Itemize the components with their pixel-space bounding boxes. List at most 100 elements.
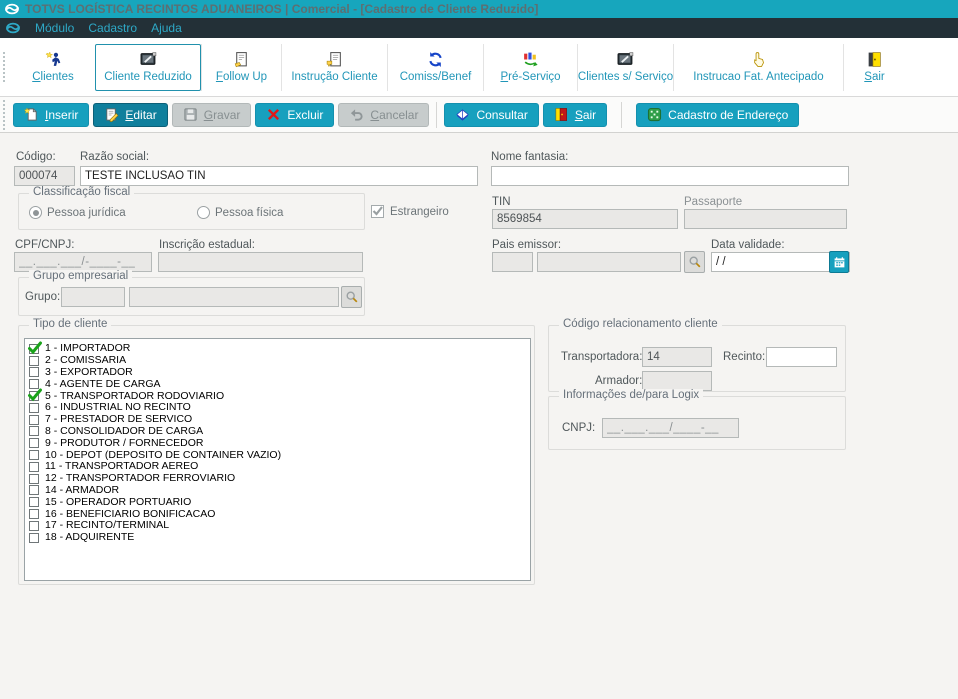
menu-item-cadastro[interactable]: Cadastro — [88, 21, 137, 35]
monitor-pen-icon — [617, 51, 634, 68]
chart-arrow-icon — [522, 51, 539, 68]
checkbox[interactable] — [29, 450, 39, 461]
list-item[interactable]: 15 - OPERADOR PORTUARIO — [29, 496, 530, 508]
list-item[interactable]: 3 - EXPORTADOR — [29, 366, 530, 379]
inscricao-estadual-input — [158, 252, 363, 272]
list-item[interactable]: 10 - DEPOT (DEPOSITO DE CONTAINER VAZIO) — [29, 449, 530, 461]
list-item[interactable]: 7 - PRESTADOR DE SERVICO — [29, 414, 530, 426]
logix-legend: Informações de/para Logix — [559, 389, 704, 401]
cancelar-button: Cancelar — [338, 102, 430, 127]
excluir-button[interactable]: Excluir — [255, 102, 335, 127]
checkbox[interactable] — [29, 402, 39, 413]
list-item[interactable]: 5 - TRANSPORTADOR RODOVIARIO — [28, 388, 530, 402]
checkbox[interactable] — [29, 509, 39, 520]
relacionamento-group: Código relacionamento cliente Transporta… — [548, 318, 846, 392]
tab-follow-up[interactable]: Follow Up — [201, 43, 281, 91]
consultar-button[interactable]: Consultar — [444, 102, 539, 127]
tab-instrucao-cliente[interactable]: Instrução Cliente — [281, 43, 387, 91]
search-icon — [688, 256, 700, 268]
title-bar: TOTVS LOGÍSTICA RECINTOS ADUANEIROS | Co… — [0, 0, 958, 18]
passaporte-label: Passaporte — [684, 196, 743, 208]
nome-fantasia-input[interactable] — [491, 166, 849, 186]
checkbox[interactable] — [29, 532, 39, 543]
list-item[interactable]: 12 - TRANSPORTADOR FERROVIARIO — [29, 473, 530, 485]
pais-emissor-codigo-input — [492, 252, 533, 272]
totvs-logo-icon — [5, 22, 21, 34]
cadastro-endereco-button[interactable]: Cadastro de Endereço — [636, 102, 800, 127]
checkbox[interactable] — [29, 355, 39, 366]
list-item[interactable]: 4 - AGENTE DE CARGA — [29, 378, 530, 390]
list-item[interactable]: 14 - ARMADOR — [29, 484, 530, 497]
checkbox[interactable] — [29, 473, 39, 484]
list-item[interactable]: 16 - BENEFICIARIO BONIFICACAO — [29, 508, 530, 520]
logix-cnpj-input — [602, 418, 739, 438]
tab-pre-servico[interactable]: Pré-Serviço — [483, 43, 577, 91]
passaporte-input — [684, 209, 847, 229]
inscricao-estadual-label: Inscrição estadual: — [159, 239, 255, 251]
list-item[interactable]: 11 - TRANSPORTADOR AEREO — [29, 461, 530, 473]
list-item[interactable]: 6 - INDUSTRIAL NO RECINTO — [29, 402, 530, 414]
address-grid-icon — [647, 107, 662, 122]
checkbox[interactable] — [28, 341, 42, 355]
list-item[interactable]: 8 - CONSOLIDADOR DE CARGA — [29, 425, 530, 438]
refresh-arrows-icon — [427, 51, 444, 68]
transportadora-label: Transportadora: — [561, 351, 643, 363]
recinto-input[interactable] — [766, 347, 837, 367]
estrangeiro-label: Estrangeiro — [390, 206, 449, 218]
pessoa-fisica-radio — [197, 206, 210, 219]
list-item[interactable]: 1 - IMPORTADOR — [28, 341, 530, 355]
grupo-label: Grupo: — [25, 291, 61, 303]
tab-sair[interactable]: Sair — [843, 43, 905, 91]
exit-door-icon — [554, 107, 569, 122]
tin-label: TIN — [492, 196, 511, 208]
checkbox[interactable] — [29, 461, 39, 472]
classificacao-fiscal-legend: Classificação fiscal — [29, 186, 135, 198]
checkbox[interactable] — [29, 414, 39, 425]
pais-emissor-search-button[interactable] — [684, 251, 705, 273]
estrangeiro-checkbox — [371, 205, 384, 218]
document-note-icon — [233, 51, 250, 68]
list-item[interactable]: 2 - COMISSARIA — [29, 355, 530, 367]
grupo-empresarial-group: Grupo empresarial Grupo: — [18, 270, 365, 316]
transportadora-input — [642, 347, 712, 367]
checkbox[interactable] — [29, 438, 39, 449]
toolbar-gripper[interactable] — [3, 52, 8, 82]
checkbox[interactable] — [29, 426, 39, 437]
tipo-cliente-group: Tipo de cliente 1 - IMPORTADOR 2 - COMIS… — [18, 318, 535, 585]
toolbar-separator — [621, 101, 623, 128]
editar-button[interactable]: Editar — [93, 102, 168, 127]
checkbox[interactable] — [29, 497, 39, 508]
tab-comiss-benef[interactable]: Comiss/Benef — [387, 43, 483, 91]
pessoa-fisica-label: Pessoa física — [215, 207, 284, 219]
tab-clientes[interactable]: Clientes — [11, 44, 95, 91]
pointing-hand-icon — [750, 51, 767, 68]
document-hand-icon — [326, 51, 343, 68]
razao-social-input[interactable] — [80, 166, 478, 186]
menu-item-ajuda[interactable]: Ajuda — [151, 21, 182, 35]
inserir-button[interactable]: Inserir — [13, 102, 90, 127]
tab-instrucao-fat-antecipado[interactable]: Instrucao Fat. Antecipado — [673, 43, 843, 91]
checkbox[interactable] — [29, 520, 39, 531]
grupo-nome-input — [129, 287, 339, 307]
book-icon — [455, 107, 470, 122]
grupo-search-button[interactable] — [341, 286, 362, 308]
relacionamento-legend: Código relacionamento cliente — [559, 318, 722, 330]
green-check-icon — [28, 341, 42, 355]
tab-clientes-sem-servico[interactable]: Clientes s/ Serviço — [577, 43, 673, 91]
tab-cliente-reduzido[interactable]: Cliente Reduzido — [95, 43, 201, 91]
red-x-icon — [266, 107, 281, 122]
client-form: Código: Razão social: Nome fantasia: Cla… — [0, 133, 958, 699]
pais-emissor-nome-input — [537, 252, 681, 272]
menu-item-modulo[interactable]: Módulo — [35, 21, 74, 35]
sair-button[interactable]: Sair — [542, 102, 608, 127]
list-item[interactable]: 17 - RECINTO/TERMINAL — [29, 520, 530, 532]
nome-fantasia-label: Nome fantasia: — [491, 151, 569, 163]
toolbar-gripper[interactable] — [3, 99, 8, 130]
data-validade-calendar-button[interactable] — [829, 251, 849, 273]
checkbox[interactable] — [29, 485, 39, 496]
checkbox[interactable] — [28, 388, 42, 402]
list-item[interactable]: 18 - ADQUIRENTE — [29, 532, 530, 544]
gravar-button: Gravar — [171, 102, 252, 127]
checkbox[interactable] — [29, 367, 39, 378]
list-item[interactable]: 9 - PRODUTOR / FORNECEDOR — [29, 437, 530, 449]
